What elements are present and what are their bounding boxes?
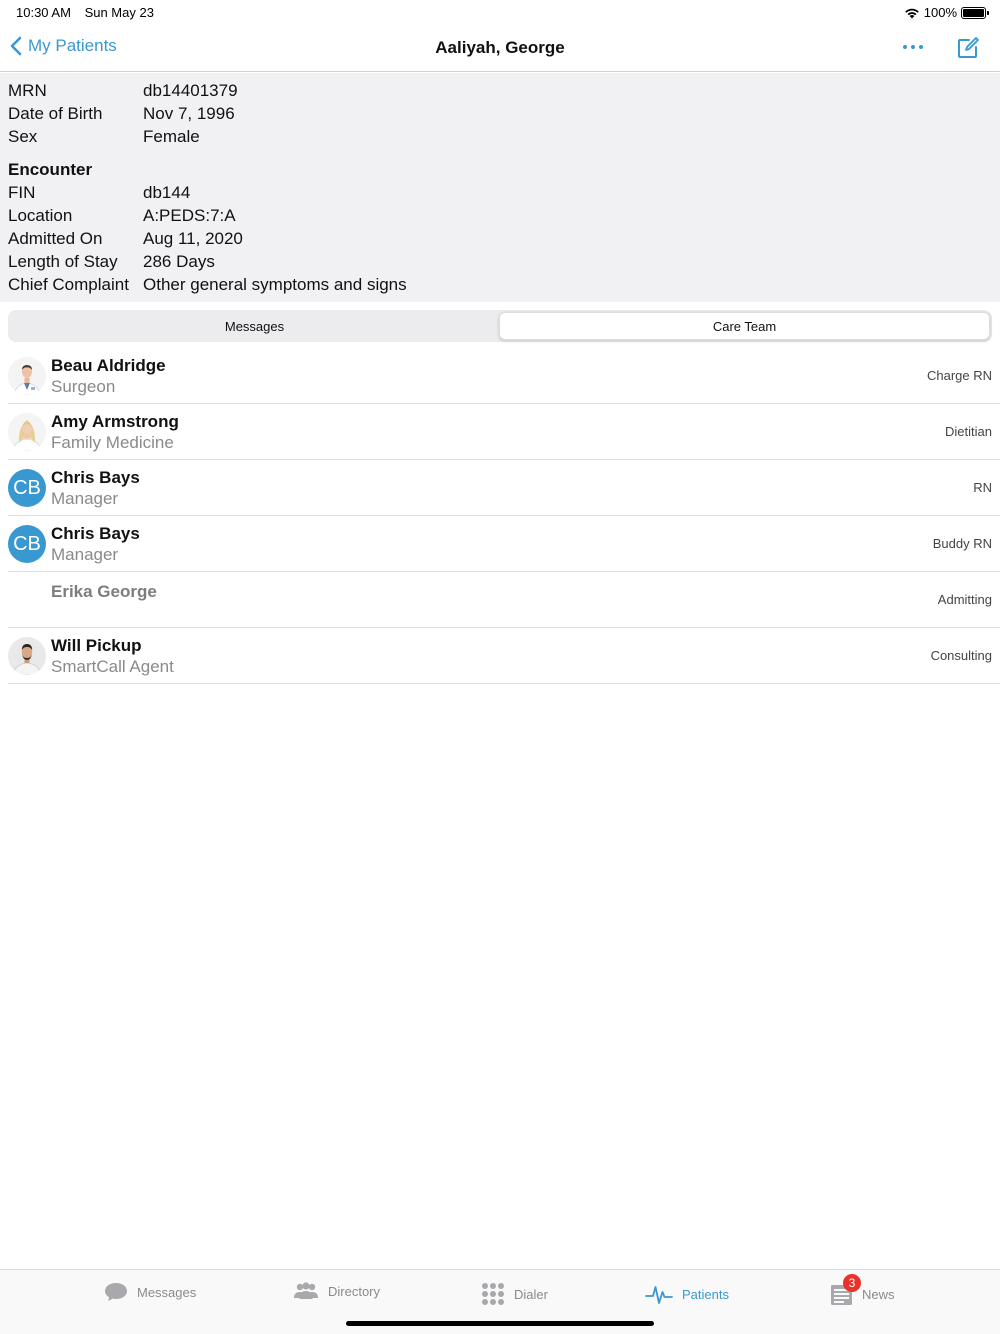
segment-messages[interactable]: Messages [10, 312, 499, 340]
care-team-list: Beau Aldridge Surgeon Charge RN Amy Arms… [0, 348, 1000, 684]
care-team-member[interactable]: Beau Aldridge Surgeon Charge RN [8, 348, 1000, 404]
heartbeat-icon [645, 1286, 673, 1304]
info-row-admitted: Admitted On Aug 11, 2020 [8, 227, 243, 250]
member-name: Will Pickup [51, 636, 142, 655]
member-role: Buddy RN [932, 536, 992, 551]
info-value: 286 Days [143, 251, 215, 271]
info-label: Date of Birth [8, 103, 103, 123]
people-icon [294, 1282, 318, 1299]
care-team-member[interactable]: Will Pickup SmartCall Agent Consulting [8, 628, 1000, 684]
info-value: Other general symptoms and signs [143, 274, 407, 294]
info-label: Chief Complaint [8, 274, 129, 294]
news-badge: 3 [843, 1274, 861, 1292]
status-right: 100% [904, 5, 989, 20]
avatar [8, 357, 46, 395]
encounter-heading: Encounter [8, 159, 93, 179]
member-name: Beau Aldridge [51, 356, 166, 375]
info-value: Nov 7, 1996 [143, 103, 235, 123]
segmented-control: Messages Care Team [8, 310, 992, 342]
avatar [8, 637, 46, 675]
info-label: Location [8, 205, 73, 225]
member-role: RN [973, 480, 992, 495]
tab-news[interactable]: 3 News [830, 1274, 895, 1306]
info-value: db144 [143, 182, 191, 202]
info-label: FIN [8, 182, 36, 202]
info-row-fin: FIN db144 [8, 181, 190, 204]
tab-patients[interactable]: Patients [645, 1282, 729, 1306]
wifi-icon [904, 8, 919, 18]
member-title: Family Medicine [51, 433, 174, 452]
care-team-member[interactable]: CB Chris Bays Manager RN [8, 460, 1000, 516]
compose-icon[interactable] [956, 36, 980, 60]
member-title: Surgeon [51, 377, 116, 396]
info-label: Admitted On [8, 228, 103, 248]
status-left: 10:30 AM Sun May 23 [16, 5, 164, 20]
segment-care-team[interactable]: Care Team [499, 312, 990, 340]
member-role: Charge RN [926, 368, 992, 383]
care-team-member[interactable]: Amy Armstrong Family Medicine Dietitian [8, 404, 1000, 460]
page-title: Aaliyah, George [435, 38, 565, 57]
doctor-photo-icon [8, 357, 46, 395]
keypad-icon [482, 1283, 504, 1305]
tab-label: News [862, 1286, 895, 1302]
status-time: 10:30 AM [16, 5, 71, 20]
info-row-chief-complaint: Chief Complaint Other general symptoms a… [8, 273, 407, 296]
member-name: Chris Bays [51, 524, 140, 543]
member-role: Dietitian [945, 424, 992, 439]
member-role: Consulting [930, 648, 992, 663]
info-label: Sex [8, 126, 38, 146]
more-icon[interactable] [900, 34, 926, 60]
info-row-mrn: MRN db14401379 [8, 79, 238, 102]
info-label: Length of Stay [8, 251, 118, 271]
info-value: Female [143, 126, 200, 146]
info-row-sex: Sex Female [8, 125, 200, 148]
tab-label: Messages [137, 1284, 197, 1300]
info-row-length-of-stay: Length of Stay 286 Days [8, 250, 215, 273]
member-name: Chris Bays [51, 468, 140, 487]
chat-bubble-icon [105, 1283, 127, 1301]
home-indicator [346, 1321, 654, 1326]
battery-icon [961, 6, 989, 19]
doctor-photo-icon [8, 637, 46, 675]
care-team-member[interactable]: Erika George Admitting [8, 572, 1000, 628]
tab-messages[interactable]: Messages [104, 1282, 196, 1302]
avatar-initials: CB [8, 469, 46, 507]
member-title: Manager [51, 545, 119, 564]
tab-label: Dialer [514, 1286, 548, 1302]
doctor-photo-icon [8, 413, 46, 451]
info-value: Aug 11, 2020 [143, 228, 243, 248]
battery-percent: 100% [923, 5, 957, 20]
member-title: SmartCall Agent [51, 657, 174, 676]
member-name: Amy Armstrong [51, 412, 179, 431]
status-date: Sun May 23 [84, 5, 154, 20]
avatar [8, 413, 46, 451]
tab-directory[interactable]: Directory [293, 1282, 380, 1300]
member-name: Erika George [51, 582, 157, 601]
info-row-location: Location A:PEDS:7:A [8, 204, 236, 227]
info-label: MRN [8, 80, 47, 100]
patient-info-panel: MRN db14401379 Date of Birth Nov 7, 1996… [0, 73, 1000, 302]
tab-dialer[interactable]: Dialer [481, 1282, 548, 1306]
avatar-initials: CB [8, 525, 46, 563]
tab-label: Directory [328, 1283, 381, 1299]
info-value: db14401379 [143, 80, 238, 100]
info-row-dob: Date of Birth Nov 7, 1996 [8, 102, 235, 125]
navigation-bar: My Patients Aaliyah, George [0, 24, 1000, 72]
tab-label: Patients [682, 1286, 729, 1302]
news-icon-wrap: 3 [830, 1274, 861, 1306]
member-role: Admitting [937, 592, 992, 607]
status-bar: 10:30 AM Sun May 23 100% [0, 0, 1000, 24]
care-team-member[interactable]: CB Chris Bays Manager Buddy RN [8, 516, 1000, 572]
member-title: Manager [51, 489, 119, 508]
info-value: A:PEDS:7:A [143, 205, 236, 225]
